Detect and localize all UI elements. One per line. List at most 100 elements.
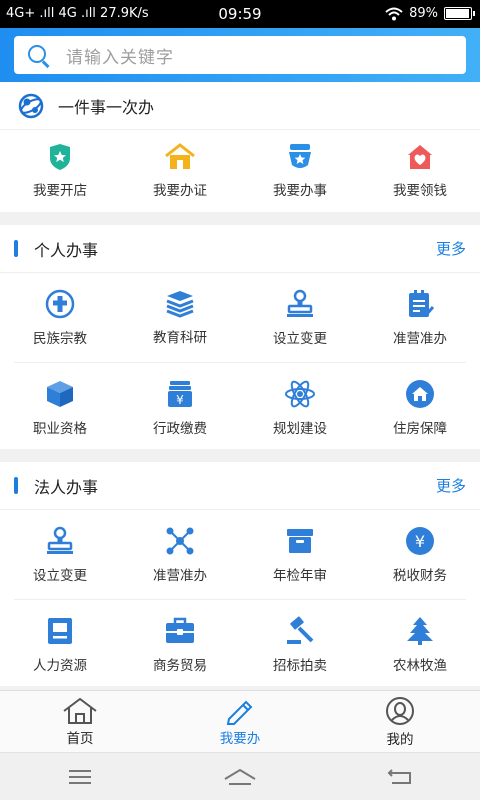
service-label: 职业资格 <box>33 420 87 437</box>
home-nav-icon <box>224 768 256 785</box>
tab-label: 我的 <box>386 731 414 748</box>
service-label: 准营准办 <box>153 567 207 584</box>
gavel-icon <box>287 615 314 644</box>
one-thing-item-open-shop[interactable]: 我要开店 <box>0 130 120 212</box>
service-item[interactable]: ¥ 行政缴费 <box>120 363 240 452</box>
service-item[interactable]: 招标拍卖 <box>240 600 360 689</box>
one-thing-item-affairs[interactable]: 我要办事 <box>240 130 360 212</box>
yen-circle-icon: ¥ <box>406 526 434 555</box>
archive-box-icon <box>287 528 313 553</box>
globe-icon <box>18 93 44 118</box>
service-label: 行政缴费 <box>153 420 207 437</box>
menu-icon <box>69 769 91 784</box>
service-item[interactable]: 规划建设 <box>240 363 360 452</box>
home-button[interactable] <box>210 757 270 797</box>
one-thing-card: 一件事一次办 我要开店 我要办证 我要办事 我要领钱 <box>0 82 480 212</box>
one-thing-title: 一件事一次办 <box>58 97 155 117</box>
police-badge-icon <box>289 144 311 168</box>
service-item[interactable]: 商务贸易 <box>120 600 240 689</box>
service-item[interactable]: 准营准办 <box>360 273 480 362</box>
heart-house-icon <box>408 145 432 169</box>
tree-icon <box>407 616 433 645</box>
books-stack-icon <box>166 290 194 318</box>
menu-button[interactable] <box>50 757 110 797</box>
user-circle-icon <box>386 696 414 725</box>
one-thing-label: 我要开店 <box>33 183 87 199</box>
network-icon <box>166 527 194 554</box>
service-item[interactable]: 人力资源 <box>0 600 120 689</box>
status-bar: 4G+ .ıll 4G .ıll 27.9K/s 09:59 89% <box>0 0 480 28</box>
section-title: 法人办事 <box>34 477 99 497</box>
section-marker <box>14 477 18 494</box>
service-label: 招标拍卖 <box>273 657 327 674</box>
back-button[interactable] <box>370 757 430 797</box>
clipboard-check-icon <box>409 289 435 317</box>
atom-icon <box>285 380 315 407</box>
tab-i-want-to-do[interactable]: 我要办 <box>160 691 320 752</box>
service-item[interactable]: 教育科研 <box>120 273 240 362</box>
box-icon <box>47 380 73 407</box>
search-icon <box>14 36 56 74</box>
service-label: 住房保障 <box>393 420 447 437</box>
more-link[interactable]: 更多 <box>436 238 466 259</box>
service-label: 税收财务 <box>393 567 447 584</box>
wifi-icon <box>385 7 403 20</box>
battery-icon <box>444 7 475 20</box>
bottom-tab-bar: 首页 我要办 我的 <box>0 690 480 752</box>
personal-affairs-card: 个人办事 更多 民族宗教 教育科研 设立变更 准营准办 职业资格 ¥ 行政缴费 … <box>0 225 480 449</box>
yen-wallet-icon: ¥ <box>168 380 192 407</box>
service-label: 民族宗教 <box>33 330 87 347</box>
home-outline-icon <box>63 697 97 724</box>
more-link[interactable]: 更多 <box>436 475 466 496</box>
one-thing-item-certificate[interactable]: 我要办证 <box>120 130 240 212</box>
stamp-icon <box>287 289 313 317</box>
service-label: 准营准办 <box>393 330 447 347</box>
service-label: 人力资源 <box>33 657 87 674</box>
section-marker <box>14 240 18 257</box>
id-card-icon <box>48 617 72 644</box>
service-label: 农林牧渔 <box>393 657 447 674</box>
pencil-icon <box>226 700 253 725</box>
service-item[interactable]: 设立变更 <box>0 510 120 599</box>
house-icon <box>165 143 195 169</box>
service-item[interactable]: 民族宗教 <box>0 273 120 362</box>
search-placeholder: 请输入关键字 <box>66 47 174 68</box>
shield-badge-icon <box>50 144 70 170</box>
legal-affairs-header: 法人办事 更多 <box>0 462 480 510</box>
back-icon <box>387 768 411 784</box>
personal-affairs-header: 个人办事 更多 <box>0 225 480 273</box>
system-nav-bar <box>0 752 480 800</box>
service-item[interactable]: ¥ 税收财务 <box>360 510 480 599</box>
service-label: 教育科研 <box>153 329 207 346</box>
tab-label: 我要办 <box>219 730 261 747</box>
one-thing-label: 我要领钱 <box>393 183 447 199</box>
service-item[interactable]: 职业资格 <box>0 363 120 452</box>
home-circle-icon <box>406 379 434 408</box>
briefcase-icon <box>166 617 194 643</box>
service-label: 规划建设 <box>273 420 327 437</box>
stamp-icon <box>47 526 73 554</box>
legal-affairs-card: 法人办事 更多 设立变更 准营准办 年检年审 ¥ 税收财务 人力资源 商务贸易 … <box>0 462 480 686</box>
search-input[interactable]: 请输入关键字 <box>14 36 466 74</box>
svg-text:¥: ¥ <box>176 393 184 407</box>
one-thing-label: 我要办事 <box>273 183 327 199</box>
section-title: 个人办事 <box>34 240 99 260</box>
tab-mine[interactable]: 我的 <box>320 691 480 752</box>
tab-home[interactable]: 首页 <box>0 691 160 752</box>
cross-circle-icon <box>45 289 75 318</box>
one-thing-label: 我要办证 <box>153 183 207 199</box>
service-label: 商务贸易 <box>153 657 207 674</box>
service-item[interactable]: 住房保障 <box>360 363 480 452</box>
service-label: 设立变更 <box>33 567 87 584</box>
service-label: 年检年审 <box>273 567 327 584</box>
one-thing-header[interactable]: 一件事一次办 <box>0 82 480 130</box>
service-item[interactable]: 设立变更 <box>240 273 360 362</box>
svg-text:¥: ¥ <box>415 532 425 551</box>
battery-percent: 89% <box>409 6 438 21</box>
service-item[interactable]: 农林牧渔 <box>360 600 480 689</box>
one-thing-item-get-money[interactable]: 我要领钱 <box>360 130 480 212</box>
service-item[interactable]: 年检年审 <box>240 510 360 599</box>
header: 请输入关键字 <box>0 28 480 82</box>
tab-label: 首页 <box>66 730 94 747</box>
service-item[interactable]: 准营准办 <box>120 510 240 599</box>
